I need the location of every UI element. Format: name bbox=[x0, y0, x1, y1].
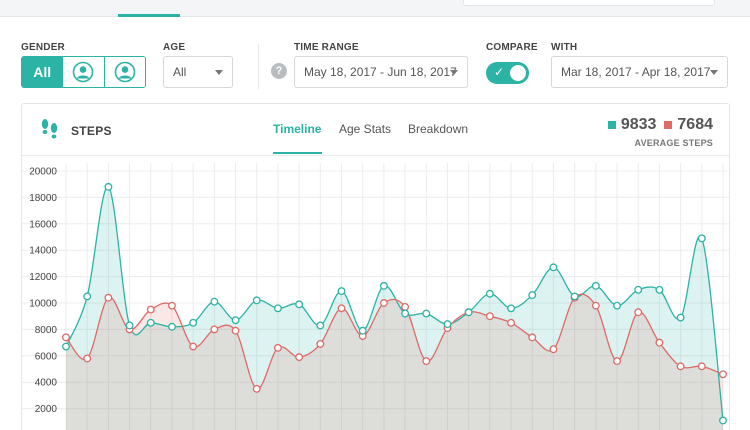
data-point bbox=[549, 263, 558, 272]
data-point bbox=[62, 342, 70, 351]
data-point bbox=[104, 182, 113, 191]
data-point bbox=[379, 299, 388, 307]
y-tick-label: 6000 bbox=[35, 351, 58, 362]
data-point bbox=[401, 303, 410, 311]
y-tick-label: 12000 bbox=[29, 272, 57, 283]
data-point bbox=[485, 312, 494, 321]
data-point bbox=[273, 343, 282, 352]
y-tick-label: 16000 bbox=[29, 219, 57, 230]
data-point bbox=[104, 293, 113, 302]
data-point bbox=[83, 292, 92, 301]
data-point bbox=[549, 345, 558, 354]
data-point bbox=[443, 320, 452, 329]
data-point bbox=[146, 305, 155, 314]
data-point bbox=[613, 357, 621, 366]
data-point bbox=[379, 281, 388, 290]
data-point bbox=[337, 304, 346, 313]
data-point bbox=[210, 325, 219, 334]
data-point bbox=[168, 322, 176, 331]
data-point bbox=[591, 301, 600, 310]
data-point bbox=[422, 309, 431, 318]
data-point bbox=[252, 384, 261, 393]
data-point bbox=[231, 326, 240, 335]
data-point bbox=[231, 316, 240, 325]
data-point bbox=[528, 291, 537, 300]
data-point bbox=[295, 300, 304, 309]
y-tick-label: 18000 bbox=[29, 193, 57, 204]
data-point bbox=[189, 342, 198, 351]
data-point bbox=[507, 318, 516, 327]
steps-timeline-chart: 2000 4000 6000 8000 10000 12000 14000 16000 1800… bbox=[22, 163, 729, 430]
data-point bbox=[464, 308, 473, 317]
data-point bbox=[316, 339, 325, 348]
data-point bbox=[719, 370, 727, 379]
data-point bbox=[655, 338, 664, 347]
y-tick-label: 10000 bbox=[29, 299, 57, 310]
data-point bbox=[401, 309, 410, 318]
data-point bbox=[634, 285, 643, 294]
y-tick-label: 4000 bbox=[35, 378, 58, 389]
data-point bbox=[697, 362, 706, 371]
data-point bbox=[719, 416, 727, 425]
data-point bbox=[337, 287, 346, 296]
y-tick-label: 8000 bbox=[35, 325, 58, 336]
data-point bbox=[273, 304, 282, 313]
data-point bbox=[528, 333, 537, 342]
data-point bbox=[507, 304, 516, 313]
data-point bbox=[655, 285, 664, 294]
data-point bbox=[422, 357, 431, 366]
y-tick-label: 20000 bbox=[29, 167, 57, 178]
data-point bbox=[358, 326, 367, 335]
data-point bbox=[189, 318, 198, 327]
data-point bbox=[613, 301, 621, 310]
data-point bbox=[697, 234, 706, 243]
data-point bbox=[252, 296, 261, 305]
chart-areas bbox=[66, 186, 723, 430]
data-point bbox=[591, 281, 600, 290]
data-point bbox=[168, 301, 176, 310]
data-point bbox=[485, 289, 494, 298]
y-tick-label: 14000 bbox=[29, 246, 57, 257]
data-point bbox=[634, 308, 643, 317]
data-point bbox=[146, 318, 155, 327]
data-point bbox=[316, 321, 325, 330]
data-point bbox=[83, 354, 92, 363]
data-point bbox=[676, 362, 685, 371]
data-point bbox=[570, 292, 579, 301]
data-point bbox=[62, 333, 70, 342]
data-point bbox=[676, 313, 685, 322]
data-point bbox=[295, 353, 304, 362]
data-point bbox=[125, 321, 134, 330]
y-tick-label: 2000 bbox=[35, 404, 58, 415]
y-axis-ticks: 2000 4000 6000 8000 10000 12000 14000 16000 1800… bbox=[29, 167, 57, 416]
data-point bbox=[210, 297, 219, 306]
